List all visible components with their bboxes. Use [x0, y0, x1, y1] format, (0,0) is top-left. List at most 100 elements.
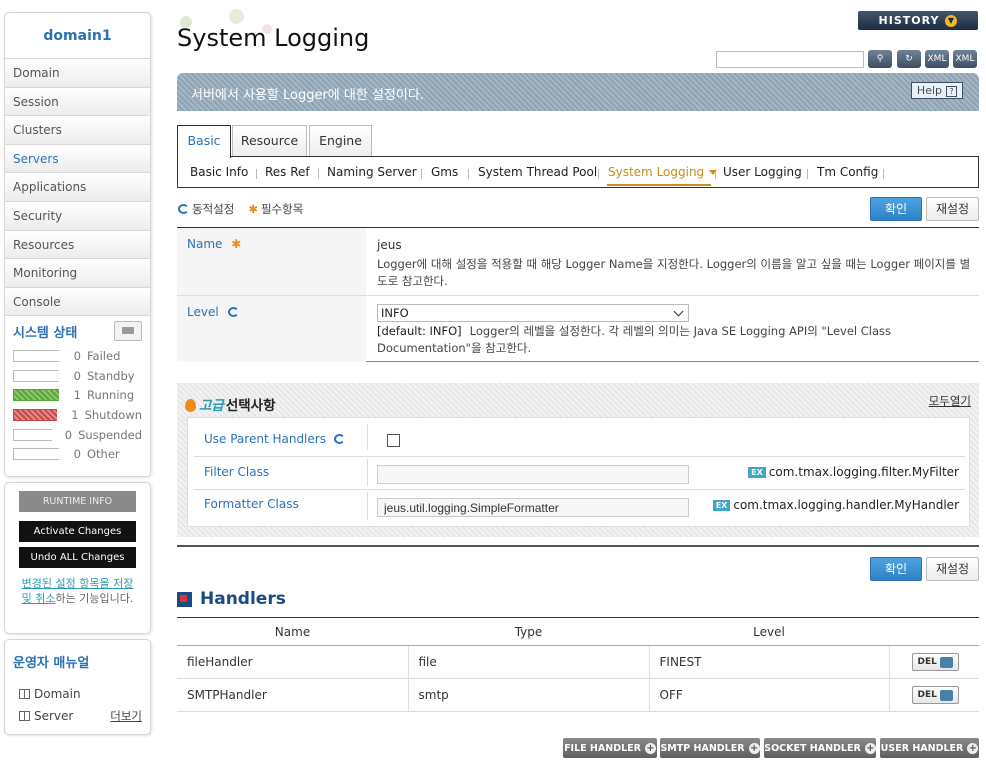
delete-button[interactable]: DEL [911, 653, 959, 671]
table-row: fileHandler file FINEST DEL [177, 645, 979, 679]
reset-button-bottom[interactable]: 재설정 [926, 557, 979, 581]
advanced-options: 고급 선택사항 모두열기 Use Parent Handlers Filter C… [177, 383, 979, 537]
required-icon: ✱ [248, 202, 258, 216]
status-count: 0 [64, 427, 73, 442]
xml-export-icon[interactable]: XML [925, 50, 949, 68]
sidebar-item-domain[interactable]: Domain [5, 59, 150, 88]
sidebar-item-servers[interactable]: Servers [5, 144, 150, 174]
formatter-class-label: Formatter Class [204, 497, 299, 511]
runtime-panel: RUNTIME INFO Activate Changes Undo ALL C… [4, 482, 151, 634]
filter-class-example: EX com.tmax.logging.filter.MyFilter [748, 465, 959, 479]
status-count: 0 [73, 447, 81, 462]
activate-changes-button[interactable]: Activate Changes [19, 521, 136, 542]
table-row: SMTPHandler smtp OFF DEL [177, 678, 979, 712]
subtab-res-ref[interactable]: Res Ref [265, 165, 310, 179]
tab-resource[interactable]: Resource [232, 125, 307, 157]
add-file-handler-button[interactable]: FILE HANDLER + [563, 738, 657, 758]
status-count: 1 [71, 407, 79, 422]
trash-icon [939, 656, 953, 668]
manual-item-server[interactable]: Server 더보기 [13, 705, 142, 727]
status-label: Standby [87, 368, 135, 383]
search-icon[interactable]: ⚲ [868, 50, 892, 68]
add-user-handler-button[interactable]: USER HANDLER + [880, 738, 979, 758]
subtab-system-logging[interactable]: System Logging [608, 165, 718, 179]
legend: 동적설정 ✱ 필수항목 [178, 201, 303, 217]
status-list: 0 Failed 0 Standby 1 Running 1 Shutdown 0 Suspend… [13, 346, 142, 464]
use-parent-handlers-checkbox[interactable] [387, 434, 400, 447]
filter-class-input[interactable] [377, 465, 689, 484]
status-row-suspended[interactable]: 0 Suspended [13, 425, 142, 445]
advanced-title: 고급 선택사항 [185, 394, 276, 414]
help-button[interactable]: Help? [910, 82, 963, 99]
xml-import-icon[interactable]: XML [953, 50, 977, 68]
subtab-basic-info[interactable]: Basic Info [190, 165, 248, 179]
add-socket-handler-button[interactable]: SOCKET HANDLER + [764, 738, 876, 758]
sidebar-item-applications[interactable]: Applications [5, 173, 150, 202]
monitor-icon[interactable] [114, 321, 142, 342]
sidebar-item-monitoring[interactable]: Monitoring [5, 259, 150, 288]
domain-panel: domain1 Domain Session Clusters Servers Appl… [4, 12, 151, 477]
runtime-note: 변경된 설정 항목을 저장 및 취소하는 기능입니다. [21, 577, 134, 605]
status-bar [13, 408, 58, 421]
plus-icon: + [967, 742, 979, 754]
name-label: Name ✱ [177, 228, 366, 295]
sidebar-item-console[interactable]: Console [5, 287, 150, 317]
tab-basic[interactable]: Basic [177, 125, 231, 158]
page-description: 서버에서 사용할 Logger에 대한 설정이다. [191, 88, 424, 103]
status-label: Failed [87, 349, 121, 364]
manual-panel: 운영자 매뉴얼 Domain Server 더보기 [4, 639, 151, 735]
status-row-standby[interactable]: 0 Standby [13, 366, 142, 386]
section-divider [177, 545, 979, 547]
sidebar-item-security[interactable]: Security [5, 201, 150, 231]
handler-name[interactable]: fileHandler [177, 645, 408, 679]
filter-class-label: Filter Class [204, 465, 270, 479]
status-row-other[interactable]: 0 Other [13, 444, 142, 464]
status-row-shutdown[interactable]: 1 Shutdown [13, 405, 142, 425]
handler-level: FINEST [648, 645, 889, 679]
delete-button[interactable]: DEL [911, 686, 959, 704]
manual-item-domain[interactable]: Domain [13, 683, 142, 705]
refresh-icon[interactable]: ↻ [897, 50, 921, 68]
book-icon [19, 689, 30, 699]
status-count: 0 [73, 349, 81, 364]
trash-icon [939, 689, 953, 701]
example-icon: EX [748, 466, 766, 478]
confirm-button-bottom[interactable]: 확인 [870, 557, 922, 581]
status-row-failed[interactable]: 0 Failed [13, 346, 142, 366]
handlers-title: Handlers [177, 589, 286, 609]
status-label: Running [87, 388, 135, 403]
subtab-bar: Basic Info Res Ref Naming Server Gms Sys… [177, 156, 979, 188]
subtab-tm-config[interactable]: Tm Config [817, 165, 878, 179]
search-input[interactable] [716, 51, 864, 68]
tab-engine[interactable]: Engine [309, 125, 372, 157]
subtab-naming-server[interactable]: Naming Server [327, 165, 417, 179]
subtab-user-logging[interactable]: User Logging [723, 165, 802, 179]
sidebar-item-session[interactable]: Session [5, 87, 150, 117]
status-bar [13, 369, 59, 382]
formatter-class-input[interactable] [377, 498, 689, 517]
status-label: Other [87, 447, 120, 462]
reset-button-top[interactable]: 재설정 [926, 197, 979, 221]
subtab-gms[interactable]: Gms [431, 165, 458, 179]
sidebar-item-clusters[interactable]: Clusters [5, 116, 150, 145]
handlers-table: Name Type Level fileHandler file FINEST … [177, 617, 979, 712]
runtime-info-button[interactable]: RUNTIME INFO [19, 491, 136, 512]
status-row-running[interactable]: 1 Running [13, 386, 142, 406]
confirm-button-top[interactable]: 확인 [870, 197, 922, 221]
domain-name[interactable]: domain1 [5, 13, 150, 59]
level-select[interactable]: INFO [377, 304, 689, 322]
sidebar-item-resources[interactable]: Resources [5, 230, 150, 260]
undo-all-changes-button[interactable]: Undo ALL Changes [19, 547, 136, 568]
history-button[interactable]: HISTORY ▼ [858, 11, 978, 30]
book-icon [19, 711, 30, 721]
dynamic-setting-icon [227, 307, 239, 317]
handler-name[interactable]: SMTPHandler [177, 678, 408, 712]
expand-all-link[interactable]: 모두열기 [929, 393, 971, 409]
status-bar [13, 389, 59, 402]
more-link[interactable]: 더보기 [110, 708, 142, 724]
add-smtp-handler-button[interactable]: SMTP HANDLER + [660, 738, 760, 758]
status-label: Shutdown [84, 407, 142, 422]
status-bar [13, 350, 59, 363]
subtab-system-thread-pool[interactable]: System Thread Pool [478, 165, 597, 179]
name-value: jeus [377, 238, 402, 252]
